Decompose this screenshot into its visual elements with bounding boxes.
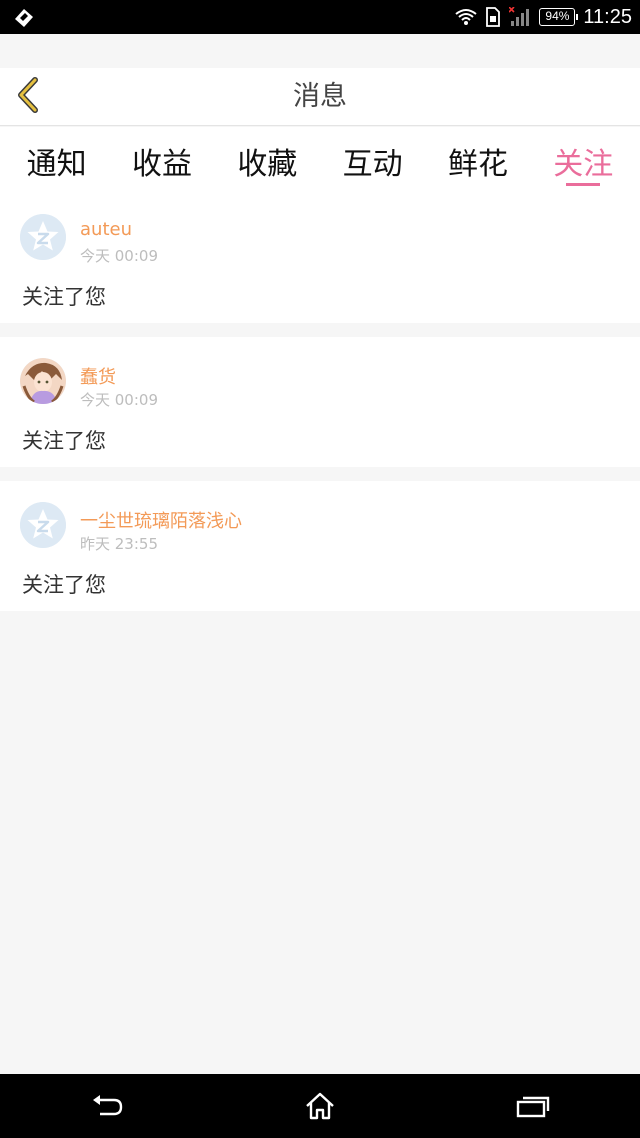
app-header: 消息 bbox=[0, 68, 640, 126]
default-avatar-icon[interactable] bbox=[20, 502, 66, 548]
battery-icon: 94% bbox=[539, 8, 579, 26]
home-icon[interactable] bbox=[290, 1081, 350, 1131]
status-bar: 94% 11:25 bbox=[0, 0, 640, 34]
recent-apps-icon[interactable] bbox=[503, 1081, 563, 1131]
timestamp: 今天 00:09 bbox=[80, 247, 158, 265]
tab-earnings[interactable]: 收益 bbox=[112, 127, 212, 183]
tab-notifications[interactable]: 通知 bbox=[7, 127, 107, 183]
sim-icon bbox=[485, 7, 501, 27]
tab-favorites[interactable]: 收藏 bbox=[217, 127, 317, 183]
list-item[interactable]: auteu 今天 00:09 关注了您 bbox=[0, 193, 640, 323]
message-list: auteu 今天 00:09 关注了您 蠢货 今天 00:09 关注了您 一尘世… bbox=[0, 193, 640, 625]
user-avatar-photo[interactable] bbox=[20, 358, 66, 404]
username[interactable]: 蠢货 bbox=[80, 363, 116, 389]
system-nav-bar bbox=[0, 1074, 640, 1138]
message-text: 关注了您 bbox=[22, 573, 106, 597]
list-item[interactable]: 一尘世琉璃陌落浅心 昨天 23:55 关注了您 bbox=[0, 481, 640, 611]
message-text: 关注了您 bbox=[22, 285, 106, 309]
clock: 11:25 bbox=[583, 5, 632, 28]
default-avatar-icon[interactable] bbox=[20, 214, 66, 260]
username[interactable]: 一尘世琉璃陌落浅心 bbox=[80, 507, 242, 533]
timestamp: 今天 00:09 bbox=[80, 391, 158, 409]
tab-follows[interactable]: 关注 bbox=[533, 127, 633, 186]
top-spacer bbox=[0, 34, 640, 68]
timestamp: 昨天 23:55 bbox=[80, 535, 158, 553]
signal-icon bbox=[509, 7, 531, 27]
tab-flowers[interactable]: 鲜花 bbox=[428, 127, 528, 183]
message-text: 关注了您 bbox=[22, 429, 106, 453]
page-title: 消息 bbox=[293, 81, 347, 112]
back-chevron-icon bbox=[15, 77, 41, 117]
back-button[interactable] bbox=[10, 77, 46, 117]
username[interactable]: auteu bbox=[80, 219, 132, 240]
tab-interactions[interactable]: 互动 bbox=[323, 127, 423, 183]
list-item[interactable]: 蠢货 今天 00:09 关注了您 bbox=[0, 337, 640, 467]
tab-bar: 通知 收益 收藏 互动 鲜花 关注 bbox=[0, 127, 640, 193]
active-tab-indicator bbox=[566, 183, 601, 186]
wifi-icon bbox=[455, 8, 478, 26]
back-nav-icon[interactable] bbox=[77, 1081, 137, 1131]
app-notification-icon bbox=[12, 5, 36, 29]
